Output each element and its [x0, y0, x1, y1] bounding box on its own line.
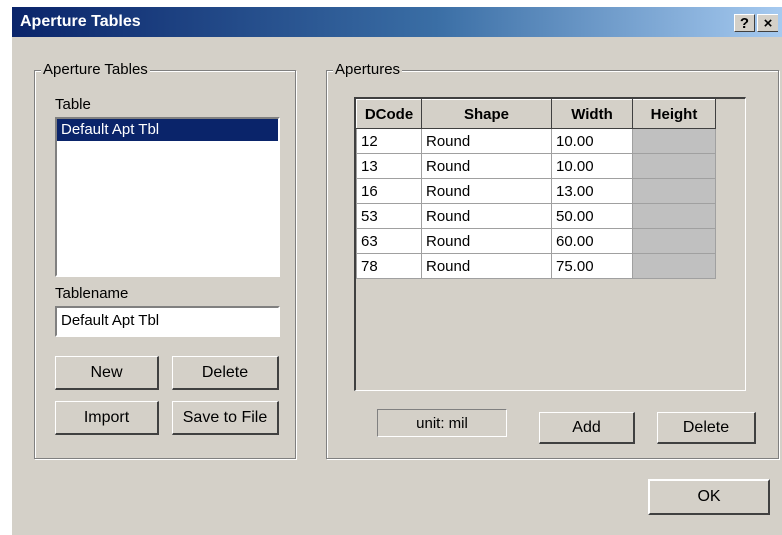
tablename-label: Tablename [55, 285, 129, 302]
import-button[interactable]: Import [55, 401, 159, 435]
width-cell[interactable]: 10.00 [551, 128, 633, 154]
shape-cell[interactable]: Round [421, 253, 552, 279]
width-cell[interactable]: 13.00 [551, 178, 633, 204]
height-cell [632, 228, 716, 254]
dcode-cell[interactable]: 53 [356, 203, 422, 229]
column-header-width[interactable]: Width [551, 99, 633, 129]
shape-cell[interactable]: Round [421, 128, 552, 154]
column-header-shape[interactable]: Shape [421, 99, 552, 129]
table-row: 12 Round 10.00 [356, 128, 716, 154]
grid-header-row: DCode Shape Width Height [356, 99, 716, 129]
table-row: 16 Round 13.00 [356, 178, 716, 204]
aperture-tables-group: Aperture Tables Table Default Apt Tbl Ta… [34, 61, 296, 459]
width-cell[interactable]: 50.00 [551, 203, 633, 229]
tablename-field[interactable]: Default Apt Tbl [55, 306, 280, 337]
table-listbox[interactable]: Default Apt Tbl [55, 117, 280, 277]
dcode-cell[interactable]: 13 [356, 153, 422, 179]
dcode-cell[interactable]: 16 [356, 178, 422, 204]
width-cell[interactable]: 10.00 [551, 153, 633, 179]
table-row: 13 Round 10.00 [356, 153, 716, 179]
shape-cell[interactable]: Round [421, 153, 552, 179]
list-item-default-apt-tbl[interactable]: Default Apt Tbl [57, 119, 278, 141]
height-cell [632, 178, 716, 204]
new-button[interactable]: New [55, 356, 159, 390]
add-aperture-button[interactable]: Add [539, 412, 635, 444]
apertures-table: DCode Shape Width Height 12 Round 10.00 … [356, 99, 716, 279]
aperture-tables-dialog: Aperture Tables ? × Aperture Tables Tabl… [12, 7, 782, 535]
aperture-tables-legend: Aperture Tables [41, 61, 150, 78]
dcode-cell[interactable]: 12 [356, 128, 422, 154]
column-header-dcode[interactable]: DCode [356, 99, 422, 129]
height-cell [632, 203, 716, 229]
table-row: 53 Round 50.00 [356, 203, 716, 229]
save-to-file-button[interactable]: Save to File [172, 401, 279, 435]
shape-cell[interactable]: Round [421, 228, 552, 254]
delete-aperture-button[interactable]: Delete [657, 412, 756, 444]
dcode-cell[interactable]: 78 [356, 253, 422, 279]
shape-cell[interactable]: Round [421, 203, 552, 229]
close-button[interactable]: × [757, 14, 778, 32]
table-label: Table [55, 96, 91, 113]
table-row: 63 Round 60.00 [356, 228, 716, 254]
apertures-group: Apertures DCode Shape Width Height 12 Ro… [326, 61, 779, 459]
unit-display: unit: mil [377, 409, 507, 437]
close-icon: × [763, 14, 773, 32]
column-header-height[interactable]: Height [632, 99, 716, 129]
height-cell [632, 128, 716, 154]
dcode-cell[interactable]: 63 [356, 228, 422, 254]
help-button[interactable]: ? [734, 14, 755, 32]
window-title: Aperture Tables [20, 13, 141, 30]
delete-table-button[interactable]: Delete [172, 356, 279, 390]
shape-cell[interactable]: Round [421, 178, 552, 204]
help-icon: ? [739, 14, 750, 32]
width-cell[interactable]: 60.00 [551, 228, 633, 254]
width-cell[interactable]: 75.00 [551, 253, 633, 279]
title-bar[interactable]: Aperture Tables ? × [12, 7, 782, 37]
ok-button[interactable]: OK [648, 479, 770, 515]
table-row: 78 Round 75.00 [356, 253, 716, 279]
apertures-legend: Apertures [333, 61, 403, 78]
height-cell [632, 153, 716, 179]
height-cell [632, 253, 716, 279]
apertures-grid[interactable]: DCode Shape Width Height 12 Round 10.00 … [354, 97, 746, 391]
